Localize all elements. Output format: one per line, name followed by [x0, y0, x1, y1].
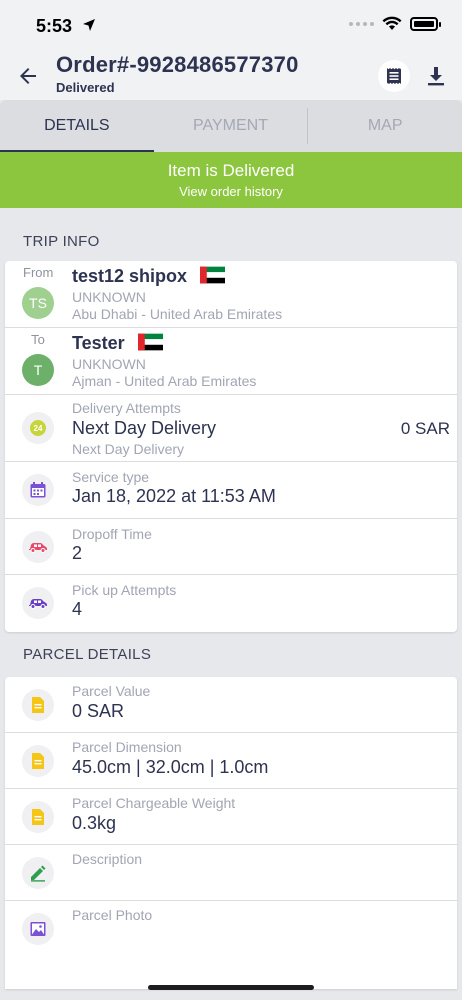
- battery-icon: [410, 16, 441, 31]
- pickup-icon-wrap: [22, 587, 54, 619]
- order-tabs: DETAILS PAYMENT MAP: [0, 100, 462, 152]
- status-indicators: [349, 16, 441, 31]
- delivery-sub: Next Day Delivery: [72, 441, 185, 457]
- delivery-icon-wrap: 24: [22, 412, 54, 444]
- from-label: From: [23, 265, 54, 280]
- tab-map[interactable]: MAP: [308, 100, 462, 152]
- status-bar: 5:53: [0, 0, 462, 52]
- recipient-name-line: Tester: [72, 333, 163, 354]
- dropoff-value: 2: [72, 543, 83, 563]
- order-status: Delivered: [56, 80, 115, 95]
- parcel-details-card: Parcel Value 0 SAR Parcel Dimension 45.0…: [5, 677, 457, 989]
- view-order-history-link[interactable]: View order history: [0, 184, 462, 199]
- service-label: Service type: [72, 469, 150, 485]
- car-icon: [29, 543, 47, 553]
- parcel-dimension-row: Parcel Dimension 45.0cm | 32.0cm | 1.0cm: [5, 733, 457, 789]
- from-row: From TS test12 shipox UNKNOWN Abu Dhabi …: [5, 261, 457, 328]
- calendar-icon-wrap: [22, 474, 54, 506]
- document-icon: [32, 753, 44, 769]
- recipient-line1: UNKNOWN: [72, 356, 146, 372]
- home-indicator: [148, 985, 314, 990]
- order-title: Order#-9928486577370: [56, 52, 299, 77]
- download-icon: [428, 67, 444, 86]
- dropoff-icon-wrap: [22, 531, 54, 563]
- tab-payment[interactable]: PAYMENT: [154, 100, 308, 152]
- back-arrow-icon: [20, 68, 36, 84]
- document-icon: [32, 697, 44, 713]
- parcel-dimension-label: Parcel Dimension: [72, 739, 182, 755]
- next-day-icon: 24: [30, 420, 46, 436]
- banner-title: Item is Delivered: [167, 161, 295, 180]
- parcel-value: 0 SAR: [72, 701, 125, 721]
- sender-avatar: TS: [22, 287, 54, 319]
- back-button[interactable]: [14, 62, 42, 90]
- description-label: Description: [72, 851, 143, 867]
- dropoff-label: Dropoff Time: [72, 526, 152, 542]
- sender-line1: UNKNOWN: [72, 289, 146, 305]
- delivered-banner: Item is Delivered View order history: [0, 152, 462, 208]
- parcel-weight: 0.3kg: [72, 813, 117, 833]
- sender-name-line: test12 shipox: [72, 266, 226, 287]
- location-arrow-icon: [83, 19, 95, 31]
- parcel-photo-label: Parcel Photo: [72, 907, 153, 923]
- recipient-avatar: T: [22, 354, 54, 386]
- sender-name: test12 shipox: [72, 266, 188, 286]
- pickup-car-icon: [29, 599, 47, 609]
- description-icon-wrap: [22, 857, 54, 889]
- image-icon: [30, 922, 46, 936]
- recipient-name: Tester: [72, 333, 125, 353]
- delivery-label: Delivery Attempts: [72, 400, 181, 416]
- recipient-address: Ajman - United Arab Emirates: [72, 373, 257, 389]
- parcel-weight-label: Parcel Chargeable Weight: [72, 795, 236, 811]
- receipt-icon: [387, 68, 401, 84]
- parcel-weight-row: Parcel Chargeable Weight 0.3kg: [5, 789, 457, 845]
- parcel-value-row: Parcel Value 0 SAR: [5, 677, 457, 733]
- receipt-button[interactable]: [378, 60, 410, 92]
- trip-info-card: From TS test12 shipox UNKNOWN Abu Dhabi …: [5, 261, 457, 632]
- parcel-photo-icon-wrap[interactable]: [22, 913, 54, 945]
- pencil-icon: [31, 865, 46, 882]
- parcel-photo-row: Parcel Photo: [5, 901, 457, 989]
- description-row: Description: [5, 845, 457, 901]
- signal-icon: [349, 21, 374, 26]
- delivery-row: 24 Delivery Attempts Next Day Delivery N…: [5, 395, 457, 462]
- to-label: To: [31, 332, 45, 347]
- parcel-dimension-icon-wrap: [22, 745, 54, 777]
- dropoff-row: Dropoff Time 2: [5, 519, 457, 575]
- order-header: Order#-9928486577370 Delivered: [0, 52, 462, 100]
- parcel-value-icon-wrap: [22, 689, 54, 721]
- service-row: Service type Jan 18, 2022 at 11:53 AM: [5, 462, 457, 519]
- document-icon: [32, 809, 44, 825]
- sender-address: Abu Dhabi - United Arab Emirates: [72, 306, 283, 322]
- calendar-icon: [30, 482, 46, 498]
- parcel-weight-icon-wrap: [22, 801, 54, 833]
- delivery-value: Next Day Delivery: [72, 418, 217, 438]
- service-value: Jan 18, 2022 at 11:53 AM: [72, 486, 276, 506]
- uae-flag-icon: [200, 266, 226, 284]
- parcel-details-title: PARCEL DETAILS: [23, 646, 152, 663]
- status-time: 5:53: [36, 16, 73, 36]
- pickup-row: Pick up Attempts 4: [5, 575, 457, 632]
- pickup-label: Pick up Attempts: [72, 582, 177, 598]
- wifi-icon: [382, 16, 402, 30]
- svg-text:24: 24: [34, 424, 43, 433]
- uae-flag-icon: [137, 333, 163, 351]
- parcel-value-label: Parcel Value: [72, 683, 151, 699]
- download-button[interactable]: [420, 60, 452, 92]
- trip-info-title: TRIP INFO: [23, 233, 100, 250]
- to-row: To T Tester UNKNOWN Ajman - United Arab …: [5, 328, 457, 395]
- pickup-value: 4: [72, 599, 83, 619]
- parcel-dimension: 45.0cm | 32.0cm | 1.0cm: [72, 757, 269, 777]
- tab-details[interactable]: DETAILS: [0, 100, 154, 152]
- delivery-price: 0 SAR: [400, 419, 450, 438]
